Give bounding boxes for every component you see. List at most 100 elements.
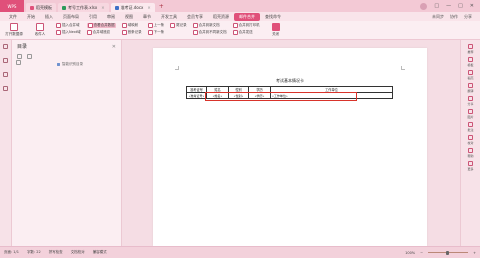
nav-toolbar bbox=[12, 53, 121, 60]
menu-developer[interactable]: 开发工具 bbox=[156, 13, 182, 21]
new-doc-icon bbox=[192, 23, 198, 28]
menu-member[interactable]: 会员专享 bbox=[182, 13, 208, 21]
share-button[interactable]: 分享 bbox=[464, 14, 472, 20]
recipients-button[interactable]: 收件人 bbox=[30, 23, 50, 37]
bookmark-icon[interactable] bbox=[3, 58, 8, 63]
sidebar-item-share[interactable]: 分享 bbox=[467, 96, 474, 106]
sidebar-item-docer[interactable]: 稻壳 bbox=[467, 70, 474, 80]
expand-icon[interactable] bbox=[17, 54, 22, 59]
sidebar-item-help[interactable]: 帮助 bbox=[467, 148, 474, 158]
next-record-button[interactable]: 下一条 bbox=[147, 30, 164, 35]
menu-search-command[interactable]: 查找命令 bbox=[260, 13, 286, 21]
field-mapping-button[interactable]: 域映射 bbox=[121, 23, 142, 28]
merge-field-cell[interactable]: «准考证号» bbox=[186, 92, 207, 99]
proofread-icon bbox=[467, 135, 473, 140]
tab-word-doc[interactable]: 准考证.docx ✕ bbox=[110, 3, 155, 12]
button-label: 插入合并域 bbox=[62, 23, 80, 27]
doc-check[interactable]: 文档校对 bbox=[71, 250, 85, 255]
sidebar-label: 翻译 bbox=[467, 89, 474, 93]
sidebar-item-template[interactable]: 模板 bbox=[467, 57, 474, 67]
close-tab-icon[interactable]: ✕ bbox=[147, 5, 150, 10]
menu-references[interactable]: 引用 bbox=[84, 13, 102, 21]
docs-icon bbox=[192, 30, 198, 35]
first-record-button[interactable]: 首条记录 bbox=[121, 30, 142, 35]
insert-next-field-button[interactable]: 插入Next域 bbox=[56, 30, 81, 35]
close-icon bbox=[271, 23, 280, 31]
more-icon bbox=[467, 161, 473, 166]
restore-icon[interactable]: □ bbox=[434, 3, 439, 10]
field-shading-button[interactable]: 合并域底纹 bbox=[86, 30, 116, 35]
sync-status[interactable]: 未同步 bbox=[432, 14, 444, 20]
menu-file[interactable]: 文件 bbox=[4, 13, 22, 21]
thumbnail-icon[interactable] bbox=[3, 86, 8, 91]
document-page[interactable]: 考试基本情况卡 准考证号 姓名 性别 学历 工作单位 «准考证号» «姓名» «… bbox=[153, 48, 427, 246]
close-icon[interactable]: ✕ bbox=[112, 44, 116, 50]
collapse-icon[interactable] bbox=[27, 54, 32, 59]
ribbon-group-mapping: 域映射 首条记录 bbox=[121, 23, 142, 35]
menu-insert[interactable]: 插入 bbox=[40, 13, 58, 21]
page-indicator[interactable]: 页面: 1/1 bbox=[4, 250, 19, 255]
new-tab-button[interactable]: + bbox=[159, 3, 164, 10]
merge-separate-docs-button[interactable]: 合并到不同新文档 bbox=[192, 30, 227, 35]
open-data-source-button[interactable]: 打开数据源 bbox=[4, 23, 24, 37]
search-icon[interactable] bbox=[3, 72, 8, 77]
ribbon-group-merge: 合并到新文档 合并到不同新文档 bbox=[192, 23, 227, 35]
button-label: 合并发送 bbox=[238, 30, 253, 34]
close-mail-merge-button[interactable]: 关闭 bbox=[266, 23, 286, 37]
spell-check[interactable]: 拼写检查 bbox=[49, 250, 63, 255]
last-record-icon bbox=[170, 23, 176, 28]
merge-printer-button[interactable]: 合并到打印机 bbox=[232, 23, 260, 28]
first-record-icon bbox=[121, 30, 127, 35]
menu-section[interactable]: 章节 bbox=[138, 13, 156, 21]
outline-icon[interactable] bbox=[16, 60, 21, 65]
navigation-icon[interactable] bbox=[3, 44, 8, 49]
merge-field-icon bbox=[56, 23, 61, 28]
zoom-level[interactable]: 100% bbox=[405, 251, 415, 255]
insert-merge-field-button[interactable]: 插入合并域 bbox=[56, 23, 81, 28]
sidebar-item-translate[interactable]: 翻译 bbox=[467, 83, 474, 93]
merge-send-button[interactable]: 合并发送 bbox=[232, 30, 260, 35]
sidebar-item-more[interactable]: 更多 bbox=[467, 161, 474, 171]
merge-new-doc-button[interactable]: 合并到新文档 bbox=[192, 23, 227, 28]
zoom-slider[interactable] bbox=[428, 250, 469, 255]
tab-template[interactable]: 稻壳模板 bbox=[26, 3, 56, 12]
button-label: 收件人 bbox=[34, 32, 46, 36]
recommend-icon bbox=[467, 44, 473, 49]
maximize-icon[interactable]: □ bbox=[458, 3, 463, 10]
sidebar-item-image[interactable]: 图片 bbox=[467, 109, 474, 119]
minimize-icon[interactable]: — bbox=[446, 3, 451, 10]
previous-record-button[interactable]: 上一条 bbox=[147, 23, 165, 28]
menu-docer[interactable]: 稻壳资源 bbox=[208, 13, 234, 21]
close-tab-icon[interactable]: ✕ bbox=[101, 5, 104, 10]
avatar[interactable] bbox=[420, 2, 428, 10]
zoom-slider-handle[interactable] bbox=[446, 250, 450, 255]
button-label: 合并到打印机 bbox=[238, 23, 260, 27]
last-record-button[interactable]: 尾记录 bbox=[170, 23, 187, 28]
menu-layout[interactable]: 页面布局 bbox=[58, 13, 84, 21]
sidebar-item-proofread[interactable]: 校对 bbox=[467, 135, 474, 145]
zoom-in-icon[interactable]: + bbox=[473, 251, 476, 255]
printer-icon bbox=[232, 23, 238, 28]
menu-view[interactable]: 视图 bbox=[120, 13, 138, 21]
zoom-out-icon[interactable]: − bbox=[420, 251, 423, 255]
sidebar-label: 分享 bbox=[467, 102, 474, 106]
close-icon[interactable]: ✕ bbox=[470, 3, 474, 10]
menu-mail-merge[interactable]: 邮件合并 bbox=[234, 12, 260, 21]
menu-review[interactable]: 审阅 bbox=[102, 13, 120, 21]
spreadsheet-icon bbox=[62, 5, 66, 10]
wps-logo-tab[interactable]: WPS bbox=[0, 0, 24, 12]
button-label: 上一条 bbox=[153, 23, 165, 27]
sidebar-item-recommend[interactable]: 推荐 bbox=[467, 44, 474, 54]
menu-home[interactable]: 开始 bbox=[22, 13, 40, 21]
sidebar-label: 更多 bbox=[467, 167, 474, 171]
comment-icon bbox=[467, 122, 473, 127]
sidebar-item-comment[interactable]: 批注 bbox=[467, 122, 474, 132]
tab-excel[interactable]: 考号工作表.xlsx ✕ bbox=[58, 3, 109, 12]
button-label: 合并域底纹 bbox=[92, 30, 111, 34]
ribbon-group-insert: 插入合并域 插入Next域 bbox=[56, 23, 81, 35]
word-count[interactable]: 字数: 22 bbox=[27, 250, 41, 255]
view-merged-data-button[interactable]: 查看合并数据 bbox=[86, 23, 116, 28]
smart-toc-button[interactable]: 智能识别目录 bbox=[12, 60, 121, 67]
collaborate-button[interactable]: 协作 bbox=[450, 14, 458, 20]
sidebar-label: 稻壳 bbox=[467, 76, 474, 80]
